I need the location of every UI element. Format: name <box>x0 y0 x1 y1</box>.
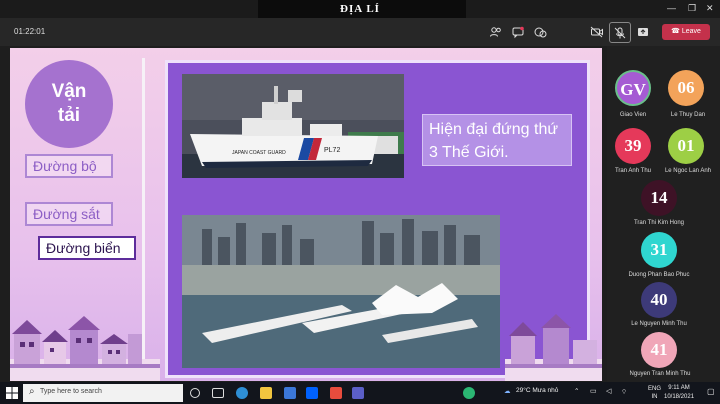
zalo-icon[interactable] <box>330 387 342 399</box>
chat-icon[interactable] <box>511 25 525 39</box>
cortana-icon[interactable] <box>190 388 200 398</box>
avatar-initials: GV <box>620 80 646 99</box>
minimize-button[interactable]: — <box>667 3 676 13</box>
participant-name: Tran Anh Thu <box>614 168 652 174</box>
search-placeholder: Type here to search <box>40 388 102 395</box>
window-title: ĐỊA LÍ <box>340 3 380 15</box>
weather-icon: ☁ <box>504 388 511 395</box>
menu-item-road[interactable]: Đường bộ <box>25 154 113 178</box>
avatar-initials: 06 <box>677 78 695 97</box>
menu-item-sea[interactable]: Đường biển <box>38 236 136 260</box>
slide: Vận tải Đường bộ Đường sắt Đường biển JA… <box>10 48 602 381</box>
participant-name: Nguyen Tran Minh Thu <box>629 371 691 377</box>
participant-name: Duong Phan Bao Phuc <box>628 272 690 278</box>
phone-icon: ☎ <box>671 28 680 35</box>
leave-label: Leave <box>681 28 701 35</box>
taskbar-search[interactable]: ⌕ Type here to search <box>23 384 183 402</box>
share-icon[interactable] <box>636 25 650 39</box>
participants-panel: GV Giao Vien 06 Le Thuy Dan 39 Tran Anh … <box>607 46 720 382</box>
notification-icon[interactable]: ▢ <box>707 387 715 396</box>
clock-time: 9:11 AM <box>668 385 690 391</box>
slide-title-text: Vận tải <box>51 81 87 126</box>
microphone-icon <box>613 26 627 40</box>
houses-illustration <box>10 316 160 381</box>
system-clock[interactable]: 9:11 AM 10/18/2021 <box>664 384 694 402</box>
participant-avatar[interactable]: 14 <box>641 180 677 216</box>
teams-icon[interactable] <box>352 387 364 399</box>
participant-name: Le Thuy Dan <box>670 112 706 118</box>
whatsapp-icon[interactable] <box>463 387 475 399</box>
participant-avatar[interactable]: 39 <box>615 128 651 164</box>
participant-avatar[interactable]: 01 <box>668 128 704 164</box>
clock-date: 10/18/2021 <box>664 394 695 400</box>
meeting-timer: 01:22:01 <box>14 27 46 36</box>
maximize-button[interactable]: ❐ <box>688 3 696 14</box>
shared-screen: Vận tải Đường bộ Đường sắt Đường biển JA… <box>0 46 607 382</box>
reactions-icon[interactable] <box>533 25 547 39</box>
participant-name: Tran Thi Kim Hong <box>633 220 685 226</box>
mute-toggle[interactable] <box>609 22 631 43</box>
cruise-port-photo <box>182 215 500 368</box>
participant-name: Giao Vien <box>619 112 647 118</box>
hull-number: PL72 <box>324 147 340 154</box>
language-label: ENG <box>648 386 662 392</box>
houses-illustration-right <box>505 314 602 381</box>
hull-text: JAPAN COAST GUARD <box>232 150 286 156</box>
volume-icon[interactable]: ◁ <box>606 387 611 395</box>
language-sub-label: IN <box>651 394 658 400</box>
participant-avatar[interactable]: 41 <box>641 332 677 368</box>
avatar-initials: 39 <box>624 136 642 155</box>
taskbar: ⌕ Type here to search ☁ 29°C Mưa nhỏ ⌃ ▭… <box>0 382 720 404</box>
search-icon: ⌕ <box>29 386 35 397</box>
weather-text[interactable]: 29°C Mưa nhỏ <box>516 387 558 394</box>
wifi-icon[interactable]: ⌔ <box>621 387 627 396</box>
close-button[interactable]: ✕ <box>706 3 714 14</box>
participant-name: Le Ngoc Lan Anh <box>664 168 712 174</box>
avatar-initials: 31 <box>650 240 668 259</box>
file-explorer-icon[interactable] <box>260 387 272 399</box>
tray-expand-icon[interactable]: ⌃ <box>574 387 579 395</box>
slide-title: Vận tải <box>25 60 113 148</box>
windows-start-icon[interactable] <box>5 386 19 400</box>
task-view-icon[interactable] <box>212 388 224 398</box>
avatar-initials: 01 <box>677 136 695 155</box>
store-icon[interactable] <box>284 387 296 399</box>
coast-guard-ship-photo: JAPAN COAST GUARD PL72 <box>182 74 404 178</box>
window-titlebar: ĐỊA LÍ — ❐ ✕ <box>0 0 720 18</box>
people-icon[interactable] <box>489 25 503 39</box>
participant-avatar[interactable]: 40 <box>641 282 677 318</box>
edge-icon[interactable] <box>236 387 248 399</box>
participant-avatar[interactable]: GV <box>615 70 651 106</box>
camera-icon[interactable] <box>590 25 604 39</box>
avatar-initials: 40 <box>650 290 668 309</box>
meeting-toolbar: 01:22:01 ☎ Leave <box>0 18 720 46</box>
language-indicator[interactable]: ENG IN <box>648 385 661 401</box>
participant-name: Le Nguyen Minh Thu <box>631 321 687 327</box>
avatar-initials: 41 <box>650 340 668 359</box>
network-icon[interactable]: ▭ <box>590 387 597 395</box>
avatar-initials: 14 <box>650 188 668 207</box>
participant-avatar[interactable]: 06 <box>668 70 704 106</box>
callout-text: Hiện đại đứng thứ 3 Thế Giới. <box>422 114 572 166</box>
dropbox-icon[interactable] <box>306 387 318 399</box>
leave-button[interactable]: ☎ Leave <box>662 24 710 40</box>
participant-avatar[interactable]: 31 <box>641 232 677 268</box>
menu-item-rail[interactable]: Đường sắt <box>25 202 113 226</box>
